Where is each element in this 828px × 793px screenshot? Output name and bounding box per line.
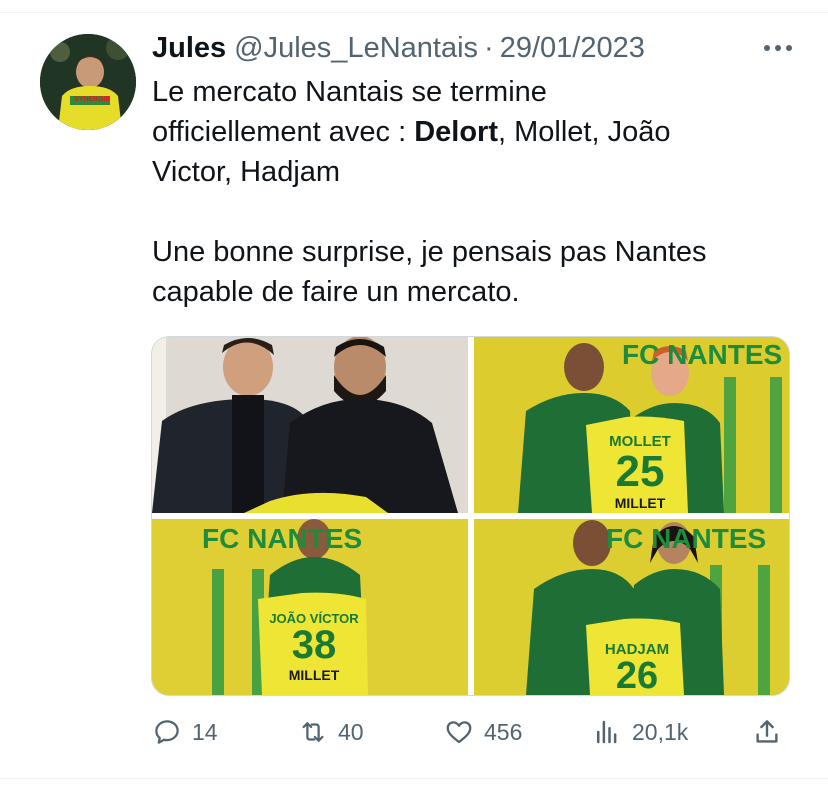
tile3-sponsor: MILLET: [288, 667, 340, 683]
share-icon: [756, 720, 778, 743]
bottom-divider: [0, 778, 828, 779]
tile4-shirt-number: 26: [615, 655, 659, 695]
tile2-sponsor: MILLET: [614, 495, 666, 511]
retweet-icon: [302, 722, 324, 742]
views-count: 20,1k: [632, 718, 689, 745]
author-name[interactable]: Jules: [152, 32, 226, 65]
author-avatar[interactable]: SYNERGIE: [40, 34, 136, 130]
tweet-text-bold: Delort: [414, 116, 499, 148]
tweet-date[interactable]: 29/01/2023: [500, 32, 645, 65]
share-button[interactable]: [752, 712, 792, 752]
author-handle[interactable]: @Jules_LeNantais: [234, 32, 478, 65]
header-separator: ·: [484, 31, 494, 64]
media-photo-3[interactable]: FC NANTES JOÃO VÍCTOR 38 MILLET: [152, 519, 468, 695]
reply-icon: [155, 720, 179, 744]
tweet-text: Le mercato Nantais se termine officielle…: [152, 72, 802, 312]
tile2-banner: FC NANTES: [622, 339, 783, 370]
action-bar: 14 40 456 20,1k: [152, 712, 792, 752]
tile2-shirt-number: 25: [615, 447, 665, 496]
tile4-banner: FC NANTES: [606, 523, 767, 554]
media-grid: FC NANTES MOLLET 25 MILLET FC NANTES JOÃ…: [151, 336, 790, 696]
reply-count: 14: [192, 718, 218, 745]
media-photo-4[interactable]: FC NANTES HADJAM 26: [474, 519, 789, 695]
tile3-banner: FC NANTES: [202, 523, 363, 554]
tile3-shirt-number: 38: [291, 623, 337, 667]
heart-icon: [446, 721, 472, 744]
avatar-photo: [40, 34, 136, 130]
like-count: 456: [484, 718, 523, 745]
reply-button[interactable]: 14: [152, 712, 218, 752]
views-button[interactable]: 20,1k: [592, 712, 688, 752]
retweet-button[interactable]: 40: [298, 712, 364, 752]
tweet-header: Jules @Jules_LeNantais · 29/01/2023: [152, 28, 798, 68]
views-icon: [597, 720, 617, 744]
media-photo-1[interactable]: [152, 337, 468, 513]
photo-delort: [152, 337, 468, 513]
like-button[interactable]: 456: [444, 712, 522, 752]
media-photo-2[interactable]: FC NANTES MOLLET 25 MILLET: [474, 337, 789, 513]
avatar-shirt-text: SYNERGIE: [74, 96, 111, 103]
retweet-count: 40: [338, 718, 364, 745]
top-divider: [0, 12, 828, 13]
more-options-icon[interactable]: [758, 38, 798, 58]
